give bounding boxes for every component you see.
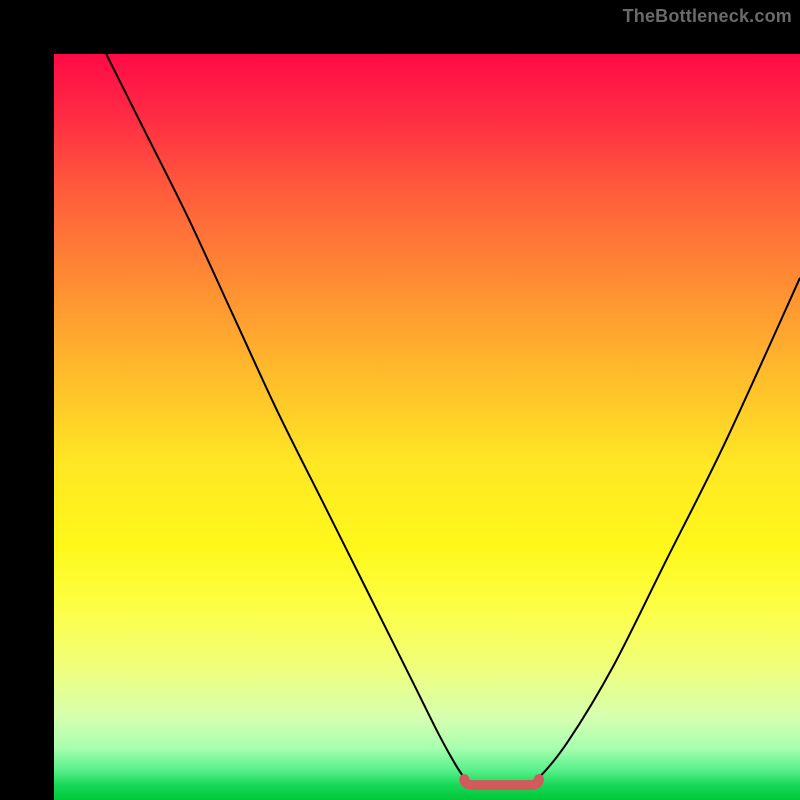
chart-svg — [54, 54, 800, 800]
bottleneck-curve — [106, 54, 800, 786]
watermark-text: TheBottleneck.com — [623, 6, 792, 27]
chart-frame — [0, 0, 800, 800]
valley-highlight — [464, 779, 539, 785]
chart-plot-area — [54, 54, 800, 800]
